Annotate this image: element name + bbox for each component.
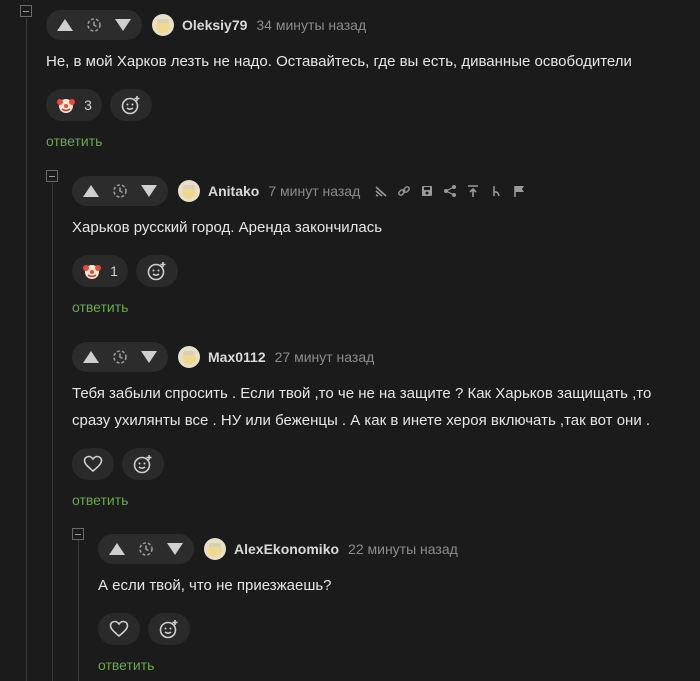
comment: AlexEkonomiko 22 минуты назад А если тво… [98, 534, 696, 673]
avatar[interactable] [178, 346, 200, 368]
reactions: 3 [46, 89, 696, 121]
reply-link[interactable]: ответить [98, 657, 696, 673]
vote-control [46, 10, 142, 40]
avatar-icon [182, 351, 196, 365]
vote-control [72, 342, 168, 372]
reaction-clown-button[interactable]: 1 [72, 255, 128, 287]
link-icon[interactable] [397, 184, 411, 198]
comment: Anitako 7 минут назад Харьков русский го… [72, 176, 696, 315]
comment-time[interactable]: 27 минут назад [275, 349, 375, 365]
triangle-up-icon[interactable] [82, 184, 100, 198]
username[interactable]: Anitako [208, 183, 259, 199]
triangle-down-icon[interactable] [140, 350, 158, 364]
reactions [98, 613, 696, 645]
add-reaction-button[interactable] [136, 255, 178, 287]
avatar-icon [182, 185, 196, 199]
username[interactable]: AlexEkonomiko [234, 541, 339, 557]
reaction-count: 1 [110, 263, 118, 279]
thread-line [52, 183, 53, 681]
avatar[interactable] [204, 538, 226, 560]
clown-emoji-icon [83, 265, 102, 279]
comment-tools [374, 184, 526, 198]
avatar[interactable] [178, 180, 200, 202]
add-reaction-button[interactable] [110, 89, 152, 121]
username[interactable]: Max0112 [208, 349, 266, 365]
add-reaction-button[interactable] [148, 613, 190, 645]
branch-icon[interactable] [374, 184, 388, 198]
comment-time[interactable]: 7 минут назад [268, 183, 360, 199]
triangle-down-icon[interactable] [140, 184, 158, 198]
avatar-icon [156, 19, 170, 33]
comment-text: А если твой, что не приезжаешь? [98, 577, 332, 594]
collapse-thread-button[interactable] [46, 170, 58, 182]
comment-header: Max0112 27 минут назад [72, 342, 696, 372]
heart-icon [109, 620, 129, 638]
comment-text: Харьков русский город. Аренда закончилас… [72, 219, 383, 236]
comment-header: Oleksiy79 34 минуты назад [46, 10, 696, 40]
clock-history-icon[interactable] [112, 349, 128, 365]
comment-text: Тебя забыли спросить . Если твой ,то че … [72, 385, 652, 429]
username[interactable]: Oleksiy79 [182, 17, 247, 33]
clock-history-icon[interactable] [138, 541, 154, 557]
reply-link[interactable]: ответить [46, 133, 696, 149]
triangle-down-icon[interactable] [166, 542, 184, 556]
thread-line [78, 540, 79, 681]
add-emoji-icon [133, 455, 152, 474]
heart-icon [83, 455, 103, 473]
reaction-clown-button[interactable]: 3 [46, 89, 102, 121]
add-emoji-icon [159, 620, 178, 639]
comment-header: AlexEkonomiko 22 минуты назад [98, 534, 696, 564]
author-icon[interactable] [489, 184, 503, 198]
reply-link[interactable]: ответить [72, 492, 696, 508]
thread-line [26, 18, 27, 681]
add-reaction-button[interactable] [122, 448, 164, 480]
triangle-up-icon[interactable] [56, 18, 74, 32]
like-button[interactable] [98, 613, 140, 645]
vote-control [98, 534, 194, 564]
vote-control [72, 176, 168, 206]
comment: Max0112 27 минут назад Тебя забыли спрос… [72, 342, 696, 508]
like-button[interactable] [72, 448, 114, 480]
reaction-count: 3 [84, 97, 92, 113]
triangle-up-icon[interactable] [108, 542, 126, 556]
comment: Oleksiy79 34 минуты назад Не, в мой Харк… [46, 10, 696, 149]
comment-text: Не, в мой Харков лезть не надо. Оставайт… [46, 53, 632, 70]
clock-history-icon[interactable] [86, 17, 102, 33]
comment-header: Anitako 7 минут назад [72, 176, 696, 206]
share-icon[interactable] [443, 184, 457, 198]
reactions [72, 448, 696, 480]
add-emoji-icon [121, 96, 140, 115]
reply-link[interactable]: ответить [72, 299, 696, 315]
triangle-down-icon[interactable] [114, 18, 132, 32]
go-to-parent-icon[interactable] [466, 184, 480, 198]
clown-emoji-icon [57, 99, 76, 113]
clock-history-icon[interactable] [112, 183, 128, 199]
comment-time[interactable]: 22 минуты назад [348, 541, 458, 557]
collapse-thread-button[interactable] [72, 528, 84, 540]
add-emoji-icon [147, 262, 166, 281]
avatar[interactable] [152, 14, 174, 36]
triangle-up-icon[interactable] [82, 350, 100, 364]
comment-time[interactable]: 34 минуты назад [256, 17, 366, 33]
report-flag-icon[interactable] [512, 184, 526, 198]
save-icon[interactable] [420, 184, 434, 198]
reactions: 1 [72, 255, 696, 287]
avatar-icon [208, 543, 222, 557]
collapse-thread-button[interactable] [20, 5, 32, 17]
